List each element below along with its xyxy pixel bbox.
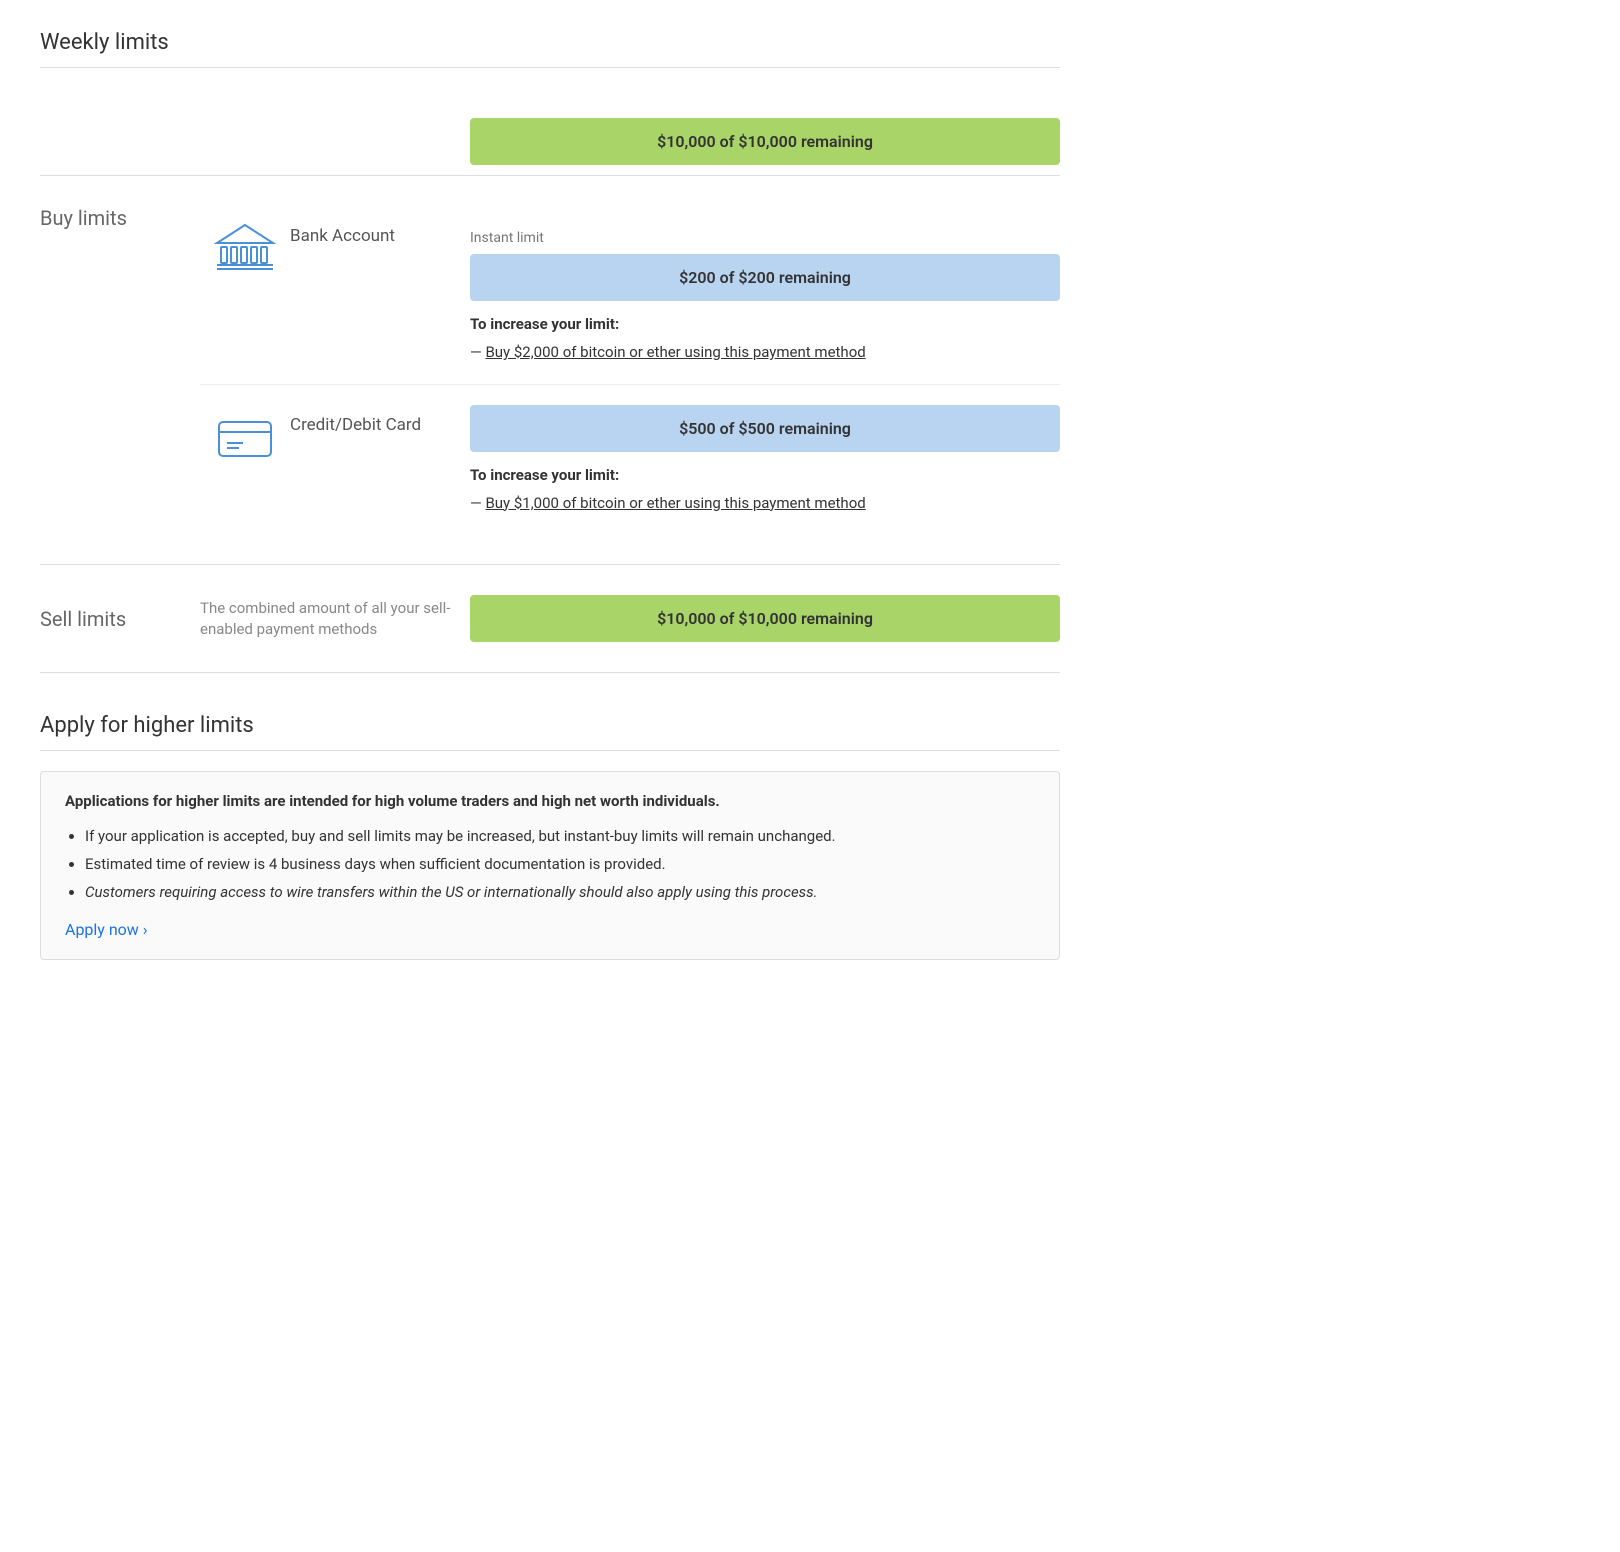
credit-card-increase-prefix: — [470, 494, 485, 512]
weekly-bar-right: $10,000 of $10,000 remaining [470, 118, 1060, 165]
bank-account-increase-prefix: — [470, 343, 485, 361]
info-box-bullet-1: If your application is accepted, buy and… [85, 824, 1035, 848]
apply-section: Apply for higher limits Applications for… [40, 713, 1060, 960]
bank-account-icon [200, 216, 290, 277]
bank-account-increase-title: To increase your limit: [470, 315, 1060, 333]
info-box: Applications for higher limits are inten… [40, 771, 1060, 960]
credit-card-increase-anchor[interactable]: Buy $1,000 of bitcoin or ether using thi… [485, 494, 865, 512]
weekly-limits-section: Weekly limits $10,000 of $10,000 remaini… [40, 30, 1060, 960]
sell-bar-container: $10,000 of $10,000 remaining [470, 595, 1060, 642]
credit-card-icon [200, 405, 290, 466]
info-box-list: If your application is accepted, buy and… [85, 824, 1035, 904]
apply-now-button[interactable]: Apply now › [65, 920, 148, 939]
buy-limits-label: Buy limits [40, 196, 200, 230]
bank-account-increase-link: — Buy $2,000 of bitcoin or ether using t… [470, 341, 1060, 364]
info-box-title: Applications for higher limits are inten… [65, 792, 1035, 810]
credit-card-bar: $500 of $500 remaining [470, 405, 1060, 452]
weekly-limit-bar: $10,000 of $10,000 remaining [470, 118, 1060, 165]
instant-limit-label: Instant limit [470, 230, 1060, 246]
credit-card-row: Credit/Debit Card $500 of $500 remaining… [200, 384, 1060, 535]
bank-account-limits: Instant limit $200 of $200 remaining To … [470, 216, 1060, 364]
bank-account-increase-anchor[interactable]: Buy $2,000 of bitcoin or ether using thi… [485, 343, 865, 361]
divider-apply [40, 750, 1060, 751]
sell-limits-label: Sell limits [40, 607, 200, 631]
payment-methods-list: Bank Account Instant limit $200 of $200 … [200, 196, 1060, 534]
info-box-bullet-3: Customers requiring access to wire trans… [85, 880, 1035, 904]
bank-account-row: Bank Account Instant limit $200 of $200 … [200, 196, 1060, 384]
info-box-bullet-2: Estimated time of review is 4 business d… [85, 852, 1035, 876]
bank-account-name: Bank Account [290, 216, 470, 246]
credit-card-name: Credit/Debit Card [290, 405, 470, 435]
credit-card-increase-link: — Buy $1,000 of bitcoin or ether using t… [470, 492, 1060, 515]
divider-weekly [40, 67, 1060, 68]
sell-limits-section: Sell limits The combined amount of all y… [40, 564, 1060, 672]
credit-card-increase-title: To increase your limit: [470, 466, 1060, 484]
apply-section-title: Apply for higher limits [40, 713, 1060, 738]
sell-limits-description: The combined amount of all your sell-ena… [200, 598, 470, 640]
sell-limit-bar: $10,000 of $10,000 remaining [470, 595, 1060, 642]
weekly-limits-title: Weekly limits [40, 30, 1060, 55]
credit-card-limits: $500 of $500 remaining To increase your … [470, 405, 1060, 515]
buy-limits-section: Buy limits [40, 175, 1060, 554]
bank-account-instant-bar: $200 of $200 remaining [470, 254, 1060, 301]
weekly-bar-row: $10,000 of $10,000 remaining [40, 98, 1060, 175]
divider-sell [40, 672, 1060, 673]
